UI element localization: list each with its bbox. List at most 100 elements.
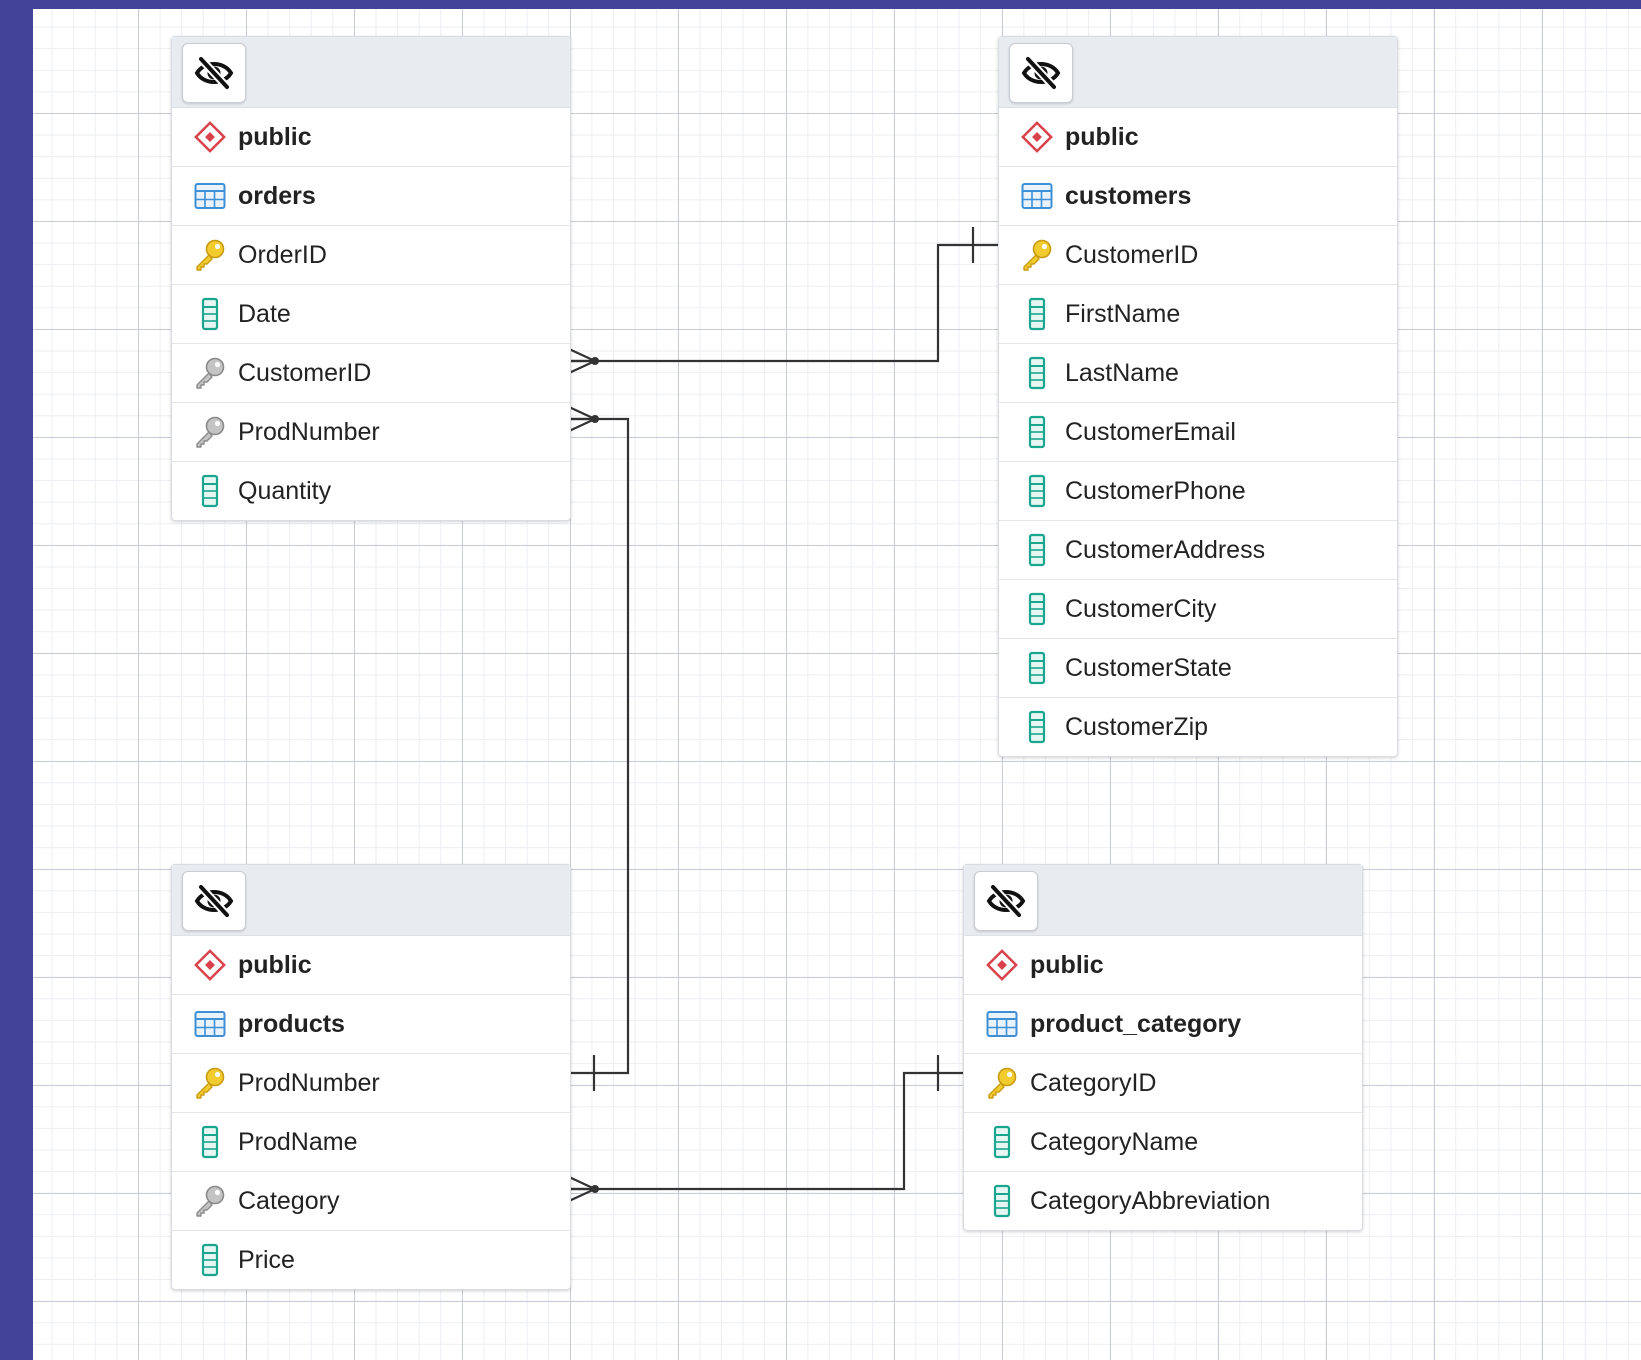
hide-table-button[interactable] bbox=[974, 871, 1038, 931]
column-icon bbox=[192, 473, 228, 509]
schema-row[interactable]: public bbox=[172, 108, 570, 167]
schema-diamond-icon bbox=[192, 947, 228, 983]
primary-key-icon bbox=[984, 1065, 1020, 1101]
column-row-customer-email[interactable]: CustomerEmail bbox=[999, 403, 1397, 462]
column-row-customer-address[interactable]: CustomerAddress bbox=[999, 521, 1397, 580]
column-row-customer-state-label: CustomerState bbox=[1065, 653, 1232, 682]
table-grid-icon bbox=[192, 1006, 228, 1042]
column-row-customer-phone-label: CustomerPhone bbox=[1065, 476, 1246, 505]
relationship-orders-customers[interactable] bbox=[568, 227, 998, 374]
table-header bbox=[172, 37, 570, 108]
schema-diamond-icon bbox=[1019, 119, 1055, 155]
column-icon bbox=[1019, 709, 1055, 745]
column-row-customer-city[interactable]: CustomerCity bbox=[999, 580, 1397, 639]
column-row-category-id[interactable]: CategoryID bbox=[964, 1054, 1362, 1113]
column-icon bbox=[1019, 650, 1055, 686]
column-row-customer-id-label: CustomerID bbox=[238, 358, 372, 387]
column-icon bbox=[192, 296, 228, 332]
column-row-category[interactable]: Category bbox=[172, 1172, 570, 1231]
column-row-last-name[interactable]: LastName bbox=[999, 344, 1397, 403]
primary-key-icon bbox=[192, 1065, 228, 1101]
column-row-first-name[interactable]: FirstName bbox=[999, 285, 1397, 344]
column-row-customer-zip[interactable]: CustomerZip bbox=[999, 698, 1397, 756]
column-row-first-name-label: FirstName bbox=[1065, 299, 1181, 328]
column-row-customer-address-label: CustomerAddress bbox=[1065, 535, 1266, 564]
column-row-prod-number[interactable]: ProdNumber bbox=[172, 403, 570, 462]
column-row-prod-number-label: ProdNumber bbox=[238, 1068, 380, 1097]
table-header bbox=[999, 37, 1397, 108]
column-row-price[interactable]: Price bbox=[172, 1231, 570, 1289]
column-row-customer-zip-label: CustomerZip bbox=[1065, 712, 1209, 741]
column-row-category-name[interactable]: CategoryName bbox=[964, 1113, 1362, 1172]
column-icon bbox=[984, 1183, 1020, 1219]
relationship-products-category[interactable] bbox=[568, 1055, 963, 1202]
eye-slash-icon bbox=[194, 56, 234, 90]
schema-row-label: public bbox=[1030, 950, 1104, 979]
table-card-products[interactable]: public products ProdNumber ProdName Category… bbox=[171, 864, 571, 1290]
column-icon bbox=[1019, 473, 1055, 509]
table-name-row[interactable]: products bbox=[172, 995, 570, 1054]
table-name-row-label: product_category bbox=[1030, 1009, 1242, 1038]
column-row-category-abbreviation-label: CategoryAbbreviation bbox=[1030, 1186, 1271, 1215]
primary-key-icon bbox=[1019, 237, 1055, 273]
foreign-key-icon bbox=[192, 1183, 228, 1219]
table-grid-icon bbox=[192, 178, 228, 214]
schema-row[interactable]: public bbox=[172, 936, 570, 995]
table-name-row-label: products bbox=[238, 1009, 345, 1038]
column-row-customer-phone[interactable]: CustomerPhone bbox=[999, 462, 1397, 521]
column-row-prod-name[interactable]: ProdName bbox=[172, 1113, 570, 1172]
hide-table-button[interactable] bbox=[182, 43, 246, 103]
schema-row[interactable]: public bbox=[964, 936, 1362, 995]
many-end-dot bbox=[591, 357, 599, 365]
diagram-canvas[interactable]: public orders OrderID Date CustomerID ProdNum… bbox=[33, 9, 1641, 1360]
column-row-quantity[interactable]: Quantity bbox=[172, 462, 570, 520]
column-row-prod-number-label: ProdNumber bbox=[238, 417, 380, 446]
hide-table-button[interactable] bbox=[182, 871, 246, 931]
column-row-category-abbreviation[interactable]: CategoryAbbreviation bbox=[964, 1172, 1362, 1230]
column-row-customer-email-label: CustomerEmail bbox=[1065, 417, 1236, 446]
table-card-product-category[interactable]: public product_category CategoryID Category… bbox=[963, 864, 1363, 1231]
column-row-customer-id-label: CustomerID bbox=[1065, 240, 1199, 269]
column-row-order-id[interactable]: OrderID bbox=[172, 226, 570, 285]
hide-table-button[interactable] bbox=[1009, 43, 1073, 103]
schema-row-label: public bbox=[1065, 122, 1139, 151]
column-row-customer-state[interactable]: CustomerState bbox=[999, 639, 1397, 698]
column-row-order-id-label: OrderID bbox=[238, 240, 327, 269]
column-row-price-label: Price bbox=[238, 1245, 295, 1274]
table-grid-icon bbox=[984, 1006, 1020, 1042]
schema-row[interactable]: public bbox=[999, 108, 1397, 167]
column-row-date-label: Date bbox=[238, 299, 291, 328]
column-row-date[interactable]: Date bbox=[172, 285, 570, 344]
table-grid-icon bbox=[1019, 178, 1055, 214]
schema-diamond-icon bbox=[984, 947, 1020, 983]
table-name-row-label: customers bbox=[1065, 181, 1192, 210]
column-icon bbox=[192, 1242, 228, 1278]
column-row-prod-number[interactable]: ProdNumber bbox=[172, 1054, 570, 1113]
relationship-orders-products[interactable] bbox=[568, 406, 630, 1091]
column-row-customer-id[interactable]: CustomerID bbox=[999, 226, 1397, 285]
column-row-prod-name-label: ProdName bbox=[238, 1127, 358, 1156]
column-icon bbox=[1019, 355, 1055, 391]
schema-row-label: public bbox=[238, 950, 312, 979]
column-icon bbox=[1019, 414, 1055, 450]
table-name-row[interactable]: customers bbox=[999, 167, 1397, 226]
table-card-customers[interactable]: public customers CustomerID FirstName LastNa… bbox=[998, 36, 1398, 757]
primary-key-icon bbox=[192, 237, 228, 273]
eye-slash-icon bbox=[986, 884, 1026, 918]
column-row-category-label: Category bbox=[238, 1186, 340, 1215]
eye-slash-icon bbox=[194, 884, 234, 918]
column-row-category-name-label: CategoryName bbox=[1030, 1127, 1199, 1156]
column-row-quantity-label: Quantity bbox=[238, 476, 332, 505]
table-name-row[interactable]: orders bbox=[172, 167, 570, 226]
table-card-orders[interactable]: public orders OrderID Date CustomerID ProdNum… bbox=[171, 36, 571, 521]
column-row-customer-city-label: CustomerCity bbox=[1065, 594, 1217, 623]
column-row-category-id-label: CategoryID bbox=[1030, 1068, 1157, 1097]
column-icon bbox=[984, 1124, 1020, 1160]
schema-row-label: public bbox=[238, 122, 312, 151]
foreign-key-icon bbox=[192, 355, 228, 391]
column-icon bbox=[192, 1124, 228, 1160]
column-row-customer-id[interactable]: CustomerID bbox=[172, 344, 570, 403]
column-icon bbox=[1019, 296, 1055, 332]
table-name-row[interactable]: product_category bbox=[964, 995, 1362, 1054]
table-header bbox=[172, 865, 570, 936]
